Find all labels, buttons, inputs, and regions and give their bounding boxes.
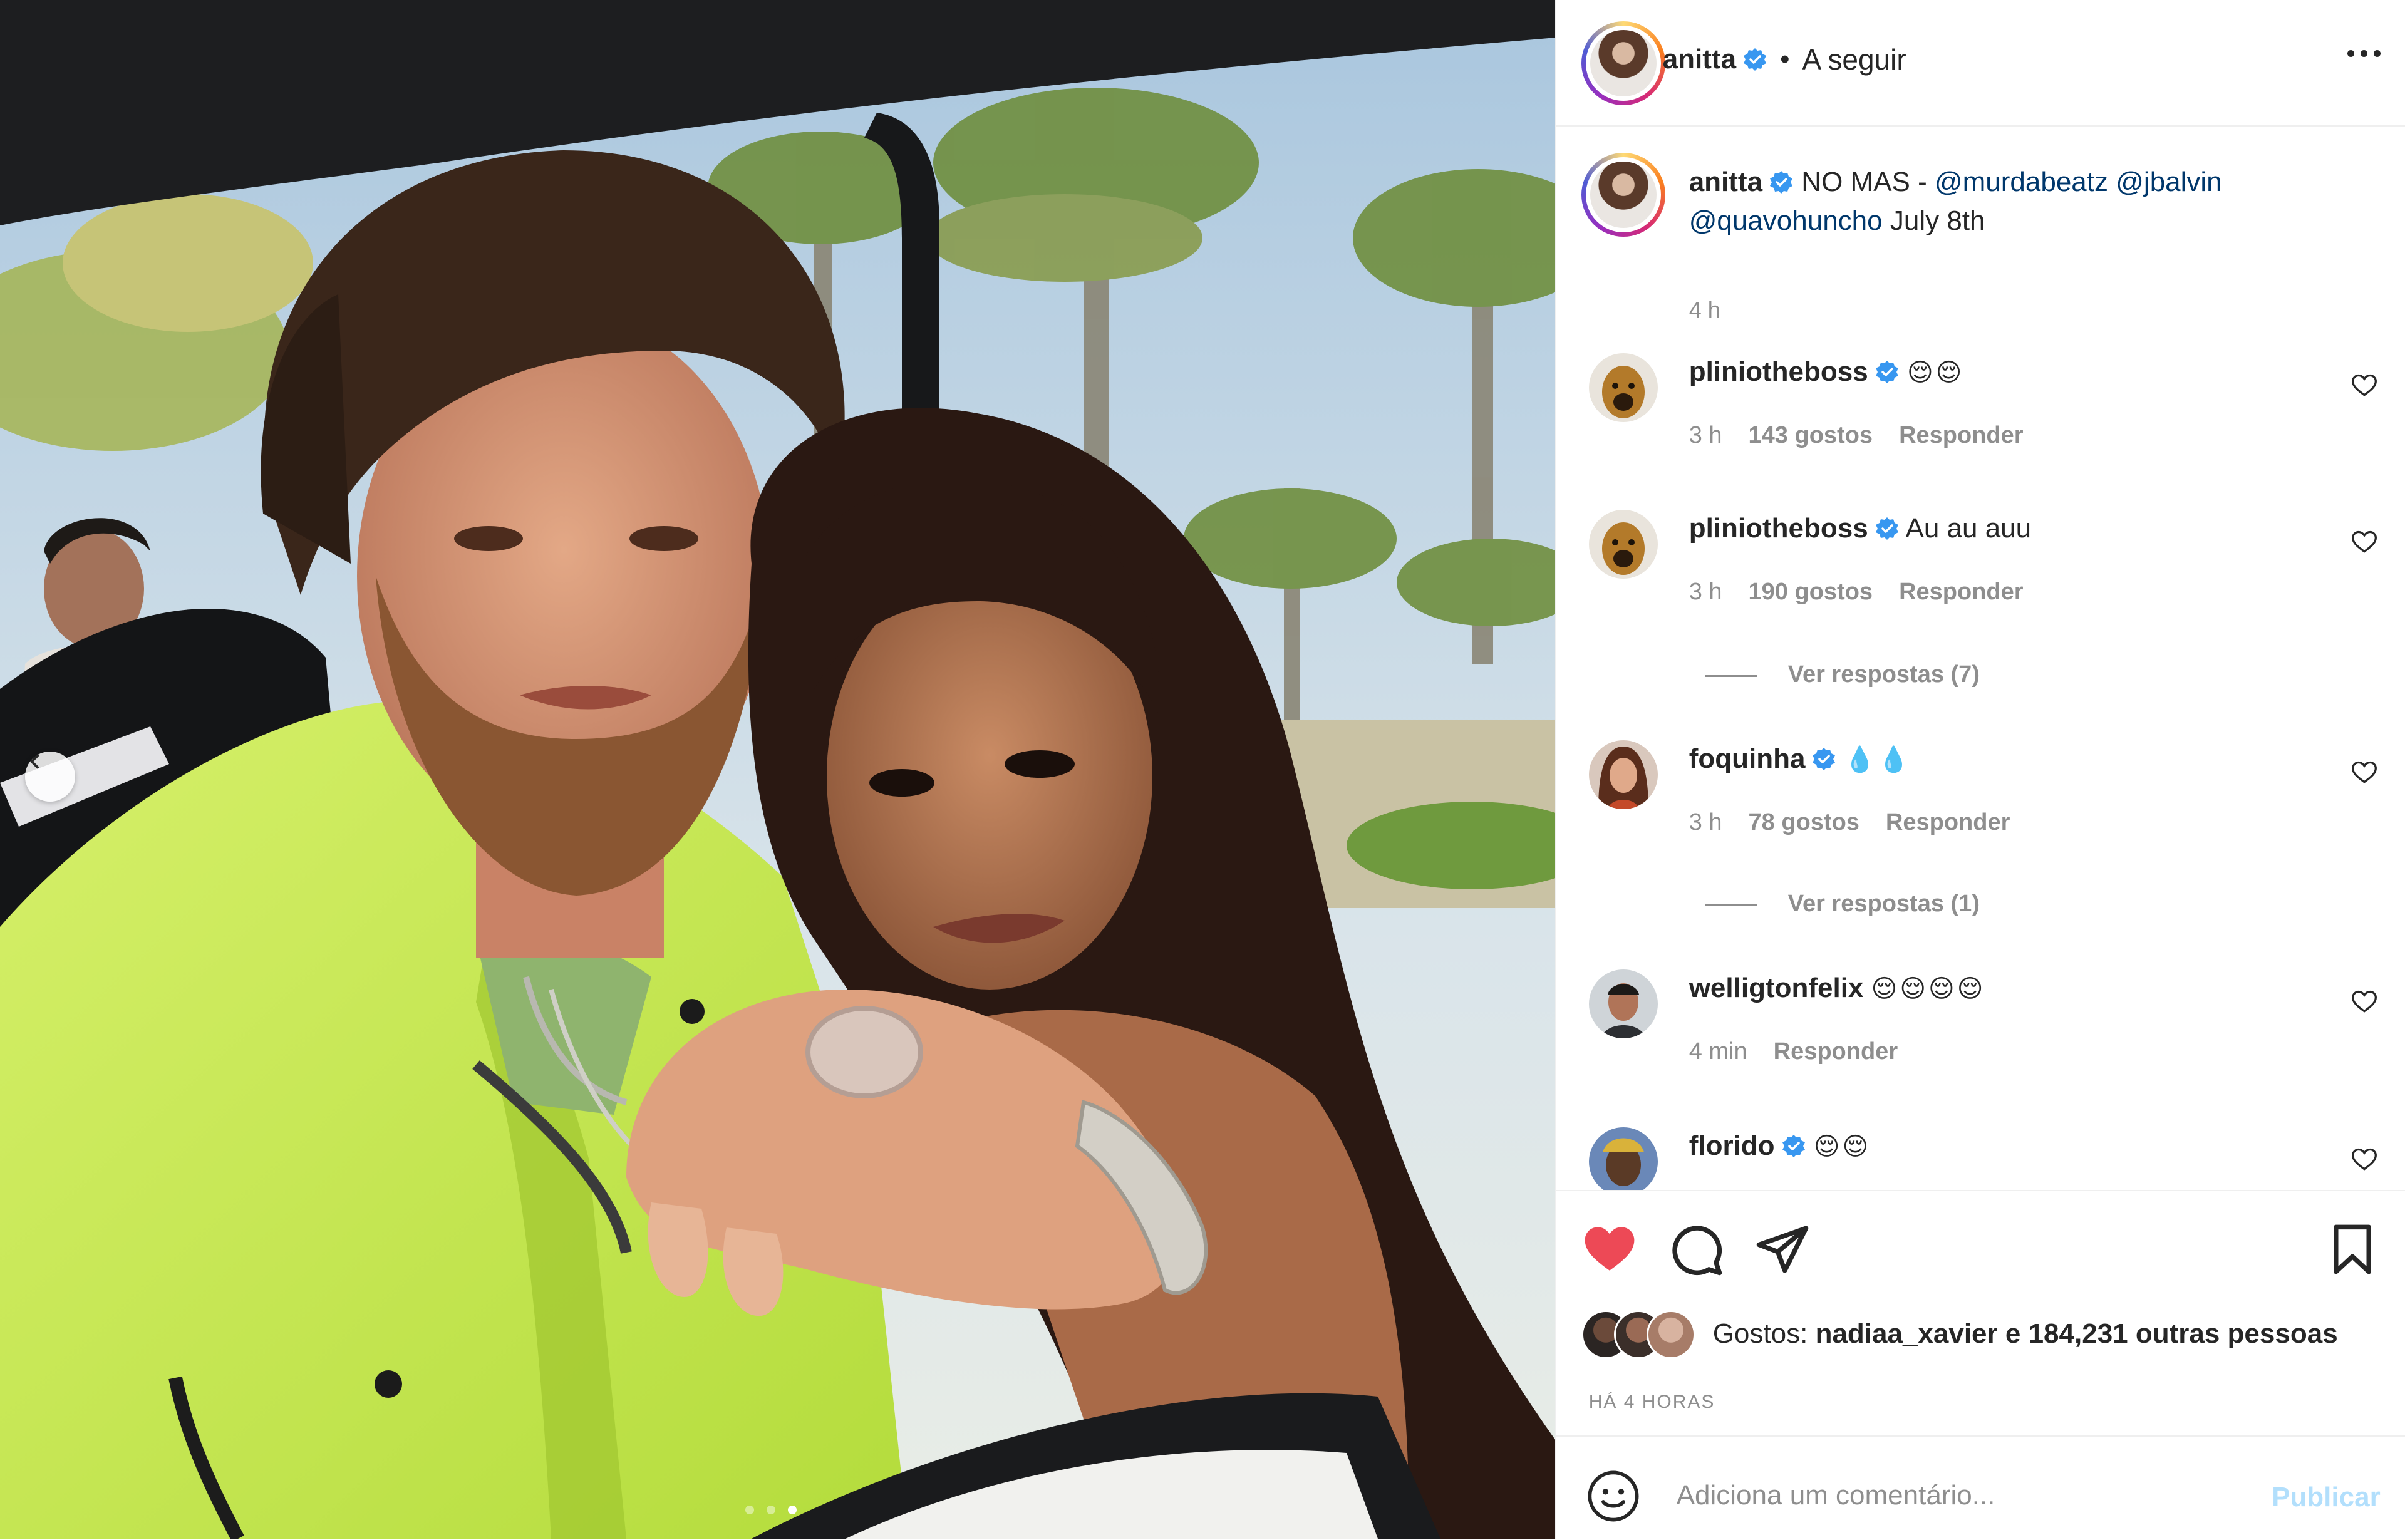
caption-time[interactable]: 4 h xyxy=(1689,297,1720,323)
like-comment-heart-icon[interactable] xyxy=(2351,1146,2378,1174)
comment-item: welligtonfelix 😌😌😌😌 4 min Responder xyxy=(1556,969,2405,1114)
comment-text: 😌😌 xyxy=(1906,358,1965,387)
post-photo[interactable] xyxy=(0,0,1555,1539)
likers-avatars[interactable] xyxy=(1581,1310,1707,1359)
post-side-panel: anitta • A seguir anitta NO MAS - @murda… xyxy=(1554,0,2405,1540)
verified-badge-icon xyxy=(1875,517,1898,540)
comment-username[interactable]: pliniotheboss xyxy=(1689,356,1868,387)
comment-content: pliniotheboss Au au auu xyxy=(1689,510,2031,547)
commenter-avatar[interactable] xyxy=(1588,353,1658,422)
caption-body: July 8th xyxy=(1890,205,1985,236)
photo-illustration xyxy=(0,0,1555,1539)
comment-item: foquinha 💧💧 3 h 78 gostos Responder xyxy=(1556,740,2405,884)
share-paper-plane-icon[interactable] xyxy=(1754,1221,1811,1278)
comment-text: 😌😌 xyxy=(1813,1132,1871,1161)
comment-content: florido 😌😌 xyxy=(1689,1127,1871,1165)
verified-badge-icon xyxy=(1875,361,1898,383)
reply-button[interactable]: Responder xyxy=(1899,422,2023,449)
verified-badge-icon xyxy=(1744,48,1767,71)
liker-username[interactable]: nadiaa_xavier xyxy=(1816,1318,1998,1349)
comment-text: 💧💧 xyxy=(1844,745,1912,774)
caption-username[interactable]: anitta xyxy=(1689,167,1762,197)
post-header: anitta • A seguir xyxy=(1556,0,2405,127)
comment-bubble-icon[interactable] xyxy=(1668,1221,1724,1278)
comment-likes[interactable]: 78 gostos xyxy=(1749,809,1859,836)
save-bookmark-icon[interactable] xyxy=(2324,1221,2381,1278)
instagram-post: anitta • A seguir anitta NO MAS - @murda… xyxy=(0,0,2405,1539)
mention-link[interactable]: @quavohuncho xyxy=(1689,205,1883,236)
likes-prefix: Gostos: xyxy=(1712,1318,1808,1349)
comment-meta: 4 min Responder xyxy=(1689,1038,1898,1065)
more-options-icon[interactable] xyxy=(2347,50,2381,57)
comment-content: pliniotheboss 😌😌 xyxy=(1689,353,1965,391)
likes-summary: Gostos: nadiaa_xavier e 184,231 outras p… xyxy=(1581,1310,2338,1359)
author-info: anitta • A seguir xyxy=(1663,43,1906,76)
comment-content: foquinha 💧💧 xyxy=(1689,740,1912,778)
comment-time[interactable]: 3 h xyxy=(1689,422,1722,449)
comment-meta: 3 h 190 gostos Responder xyxy=(1689,579,2024,606)
verified-badge-icon xyxy=(1770,171,1793,194)
carousel-dot-active xyxy=(788,1506,797,1514)
other-likers[interactable]: e 184,231 outras pessoas xyxy=(2005,1318,2338,1349)
carousel-dot xyxy=(745,1506,754,1514)
like-heart-icon[interactable] xyxy=(1581,1221,1638,1278)
previous-slide-button[interactable] xyxy=(25,752,75,802)
caption-avatar[interactable] xyxy=(1581,153,1665,237)
add-comment-bar: Publicar xyxy=(1556,1435,2405,1540)
comment-input[interactable] xyxy=(1675,1467,2242,1524)
publish-button[interactable]: Publicar xyxy=(2272,1482,2381,1513)
comment-time[interactable]: 3 h xyxy=(1689,809,1722,836)
view-replies-button[interactable]: Ver respostas (7) xyxy=(1788,661,1980,688)
comment-item: pliniotheboss Au au auu 3 h 190 gostos R… xyxy=(1556,510,2405,654)
comment-username[interactable]: foquinha xyxy=(1689,743,1806,774)
verified-badge-icon xyxy=(1782,1135,1805,1157)
commenter-avatar[interactable] xyxy=(1588,1127,1658,1190)
carousel-dot xyxy=(767,1506,775,1514)
caption-body: NO MAS - xyxy=(1801,167,1935,197)
verified-badge-icon xyxy=(1813,748,1836,770)
commenter-avatar[interactable] xyxy=(1588,740,1658,809)
comment-text: Au au auu xyxy=(1905,513,2032,544)
reply-button[interactable]: Responder xyxy=(1899,579,2023,606)
commenter-avatar[interactable] xyxy=(1588,969,1658,1038)
comment-time[interactable]: 3 h xyxy=(1689,579,1722,606)
author-username[interactable]: anitta xyxy=(1663,44,1736,75)
likes-text: Gostos: nadiaa_xavier e 184,231 outras p… xyxy=(1713,1318,2338,1350)
following-button[interactable]: A seguir xyxy=(1802,43,1906,76)
like-comment-heart-icon[interactable] xyxy=(2351,372,2378,400)
emoji-picker-icon[interactable] xyxy=(1586,1469,1640,1523)
chevron-left-icon xyxy=(30,754,39,769)
comments-list[interactable]: anitta NO MAS - @murdabeatz @jbalvin @qu… xyxy=(1556,125,2405,1190)
carousel-indicator xyxy=(745,1506,797,1514)
comment-username[interactable]: pliniotheboss xyxy=(1689,513,1868,544)
reply-button[interactable]: Responder xyxy=(1886,809,2010,836)
like-comment-heart-icon[interactable] xyxy=(2351,529,2378,556)
comment-text: 😌😌😌😌 xyxy=(1871,974,1986,1003)
comment-meta: 3 h 78 gostos Responder xyxy=(1689,809,2010,836)
comment-username[interactable]: florido xyxy=(1689,1130,1775,1161)
comment-item: florido 😌😌 xyxy=(1556,1127,2405,1190)
comment-username[interactable]: welligtonfelix xyxy=(1689,973,1864,1003)
caption-text: anitta NO MAS - @murdabeatz @jbalvin @qu… xyxy=(1689,163,2378,240)
comment-meta: 3 h 143 gostos Responder xyxy=(1689,422,2024,449)
post-actions: Gostos: nadiaa_xavier e 184,231 outras p… xyxy=(1556,1190,2405,1435)
like-comment-heart-icon[interactable] xyxy=(2351,988,2378,1016)
comment-time[interactable]: 4 min xyxy=(1689,1038,1747,1065)
action-icons xyxy=(1581,1221,1811,1278)
author-avatar[interactable] xyxy=(1581,21,1665,105)
comment-content: welligtonfelix 😌😌😌😌 xyxy=(1689,969,1986,1008)
header-separator: • xyxy=(1780,44,1790,75)
post-timestamp[interactable]: HÁ 4 HORAS xyxy=(1589,1392,1715,1413)
comment-item: pliniotheboss 😌😌 3 h 143 gostos Responde… xyxy=(1556,353,2405,497)
mention-link[interactable]: @murdabeatz xyxy=(1935,167,2108,197)
commenter-avatar[interactable] xyxy=(1588,510,1658,579)
comment-likes[interactable]: 190 gostos xyxy=(1749,579,1873,606)
reply-button[interactable]: Responder xyxy=(1774,1038,1898,1065)
view-replies-button[interactable]: Ver respostas (1) xyxy=(1788,891,1980,917)
like-comment-heart-icon[interactable] xyxy=(2351,759,2378,787)
mention-link[interactable]: @jbalvin xyxy=(2116,167,2221,197)
comment-likes[interactable]: 143 gostos xyxy=(1749,422,1873,449)
